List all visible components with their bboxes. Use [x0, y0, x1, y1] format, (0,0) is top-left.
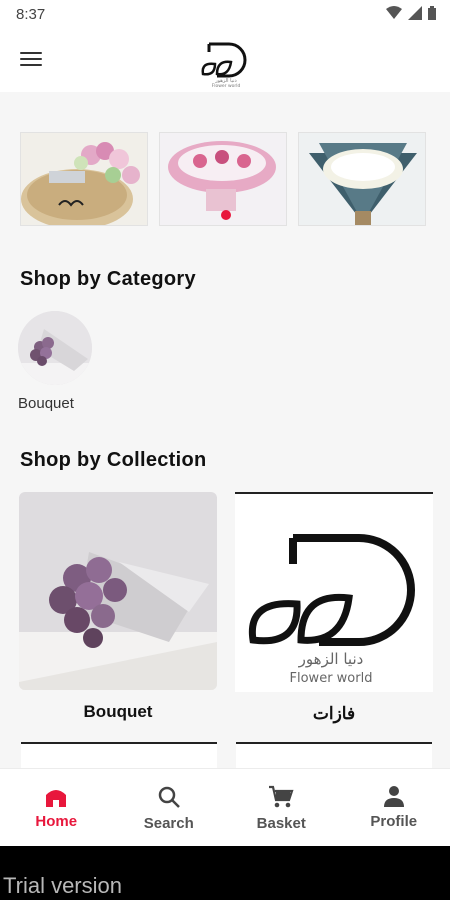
wifi-icon [386, 6, 402, 19]
vase-logo-arabic: دنيا الزهور [298, 650, 364, 668]
collection-card-vases[interactable]: دنيا الزهور Flower world فازات [235, 492, 433, 724]
home-icon [46, 790, 67, 807]
status-time: 8:37 [16, 6, 46, 23]
nav-profile[interactable]: Profile [338, 769, 450, 847]
category-label: Bouquet [18, 395, 74, 412]
home-content[interactable]: Shop by Category Bouquet Shop by Collect… [0, 92, 450, 768]
signal-icon [408, 6, 422, 20]
banner-pink-white-basket[interactable] [159, 132, 287, 226]
collection-image-bouquet [19, 492, 217, 690]
category-image [18, 311, 92, 385]
nav-home-label: Home [35, 813, 78, 830]
collection-label-bouquet: Bouquet [83, 702, 153, 721]
menu-button[interactable] [18, 48, 44, 72]
search-icon [158, 786, 180, 808]
app-bar: دنيا الزهور Flower world [0, 28, 450, 92]
vase-logo-english: Flower world [290, 671, 373, 686]
collection-card-next-2[interactable] [236, 742, 432, 768]
person-icon [383, 786, 404, 807]
trial-watermark-bar: Trial version [0, 846, 450, 900]
collection-image-vases: دنيا الزهور Flower world [235, 492, 433, 692]
logo-english-text: Flower world [212, 83, 241, 88]
nav-home[interactable]: Home [0, 769, 113, 847]
nav-basket[interactable]: Basket [225, 769, 338, 847]
nav-search[interactable]: Search [113, 769, 226, 847]
bottom-navigation: Home Search Basket Profile [0, 768, 450, 847]
status-bar: 8:37 [0, 0, 450, 28]
battery-icon [428, 6, 436, 20]
collection-section-title: Shop by Collection [20, 449, 207, 471]
cart-icon [269, 785, 294, 808]
category-bouquet[interactable]: Bouquet [18, 311, 94, 412]
nav-profile-label: Profile [370, 813, 418, 830]
nav-search-label: Search [143, 815, 194, 832]
collection-card-next-1[interactable] [21, 742, 217, 768]
menu-icon [20, 52, 42, 54]
trial-watermark-text: Trial version [3, 873, 122, 898]
status-icons [386, 6, 436, 20]
collection-label-vases: فازات [312, 704, 356, 723]
menu-icon-line [20, 64, 42, 66]
banner-tray-arrangement[interactable] [20, 132, 148, 226]
banner-white-bouquet-teal-wrap[interactable] [298, 132, 426, 226]
banner-carousel[interactable] [20, 132, 426, 226]
collection-card-bouquet[interactable]: Bouquet [19, 492, 217, 722]
menu-icon-line [20, 58, 42, 60]
category-section-title: Shop by Category [20, 268, 196, 290]
brand-logo: دنيا الزهور Flower world [195, 38, 257, 89]
nav-basket-label: Basket [256, 815, 306, 832]
